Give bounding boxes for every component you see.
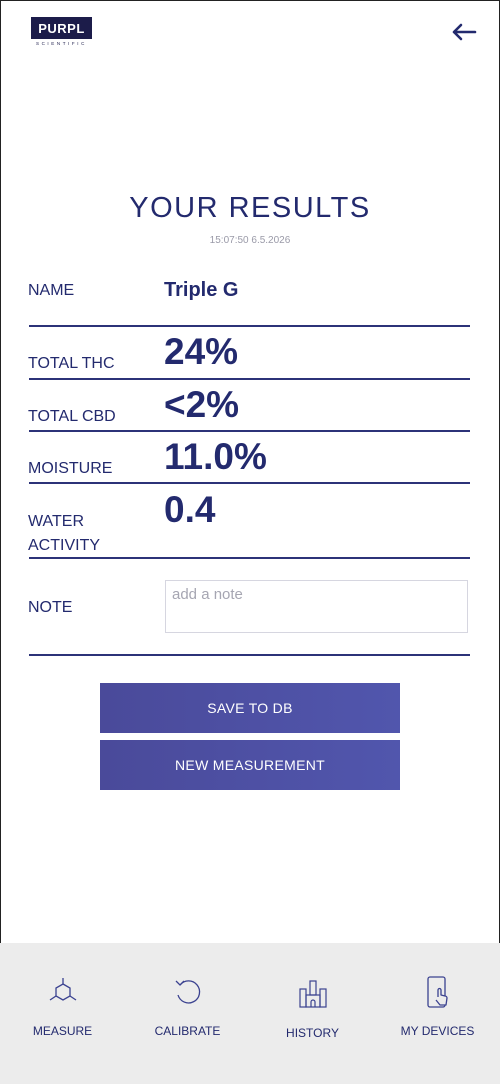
divider [29, 378, 470, 380]
castle-icon [298, 980, 327, 1008]
tab-calibrate[interactable]: CALIBRATE [125, 943, 250, 1084]
refresh-icon [175, 980, 200, 1004]
tab-history[interactable]: HISTORY [250, 943, 375, 1084]
moisture-value: 11.0% [164, 436, 267, 477]
molecule-icon [49, 978, 76, 1001]
bottom-tab-bar: MEASURE CALIBRATE HISTORY MY DEVICES [0, 943, 500, 1084]
save-to-db-button[interactable]: SAVE TO DB [100, 683, 400, 733]
moisture-label: MOISTURE [28, 460, 113, 477]
divider [29, 557, 470, 559]
tab-label: HISTORY [286, 1026, 339, 1040]
back-button[interactable] [451, 22, 477, 42]
note-label: NOTE [28, 599, 73, 616]
name-value: Triple G [164, 279, 239, 301]
result-timestamp: 15:07:50 6.5.2026 [209, 235, 291, 246]
name-label: NAME [28, 282, 75, 299]
divider [29, 482, 470, 484]
new-measurement-button[interactable]: NEW MEASUREMENT [100, 740, 400, 790]
water-activity-label-line1: WATER [28, 513, 84, 530]
page-title: YOUR RESULTS [129, 192, 371, 224]
divider [29, 325, 470, 327]
tab-measure[interactable]: MEASURE [0, 943, 125, 1084]
divider [29, 654, 470, 656]
logo-subtitle: SCIENTIFIC [35, 41, 87, 46]
divider [29, 430, 470, 432]
thc-value: 24% [164, 331, 239, 372]
water-activity-label-line2: ACTIVITY [28, 537, 101, 554]
tab-label: CALIBRATE [154, 1024, 221, 1038]
logo-text: PURPL [31, 17, 92, 39]
thc-label: TOTAL THC [28, 355, 115, 372]
arrow-left-icon [452, 23, 477, 41]
brand-logo: PURPL SCIENTIFIC [31, 17, 92, 47]
note-input[interactable] [165, 580, 468, 633]
cbd-label: TOTAL CBD [28, 408, 116, 425]
water-activity-value: 0.4 [164, 489, 216, 530]
cbd-value: <2% [164, 384, 240, 425]
tab-my-devices[interactable]: MY DEVICES [375, 943, 500, 1084]
tab-label: MEASURE [32, 1024, 93, 1038]
tab-label: MY DEVICES [400, 1024, 475, 1038]
phone-touch-icon [426, 976, 448, 1008]
